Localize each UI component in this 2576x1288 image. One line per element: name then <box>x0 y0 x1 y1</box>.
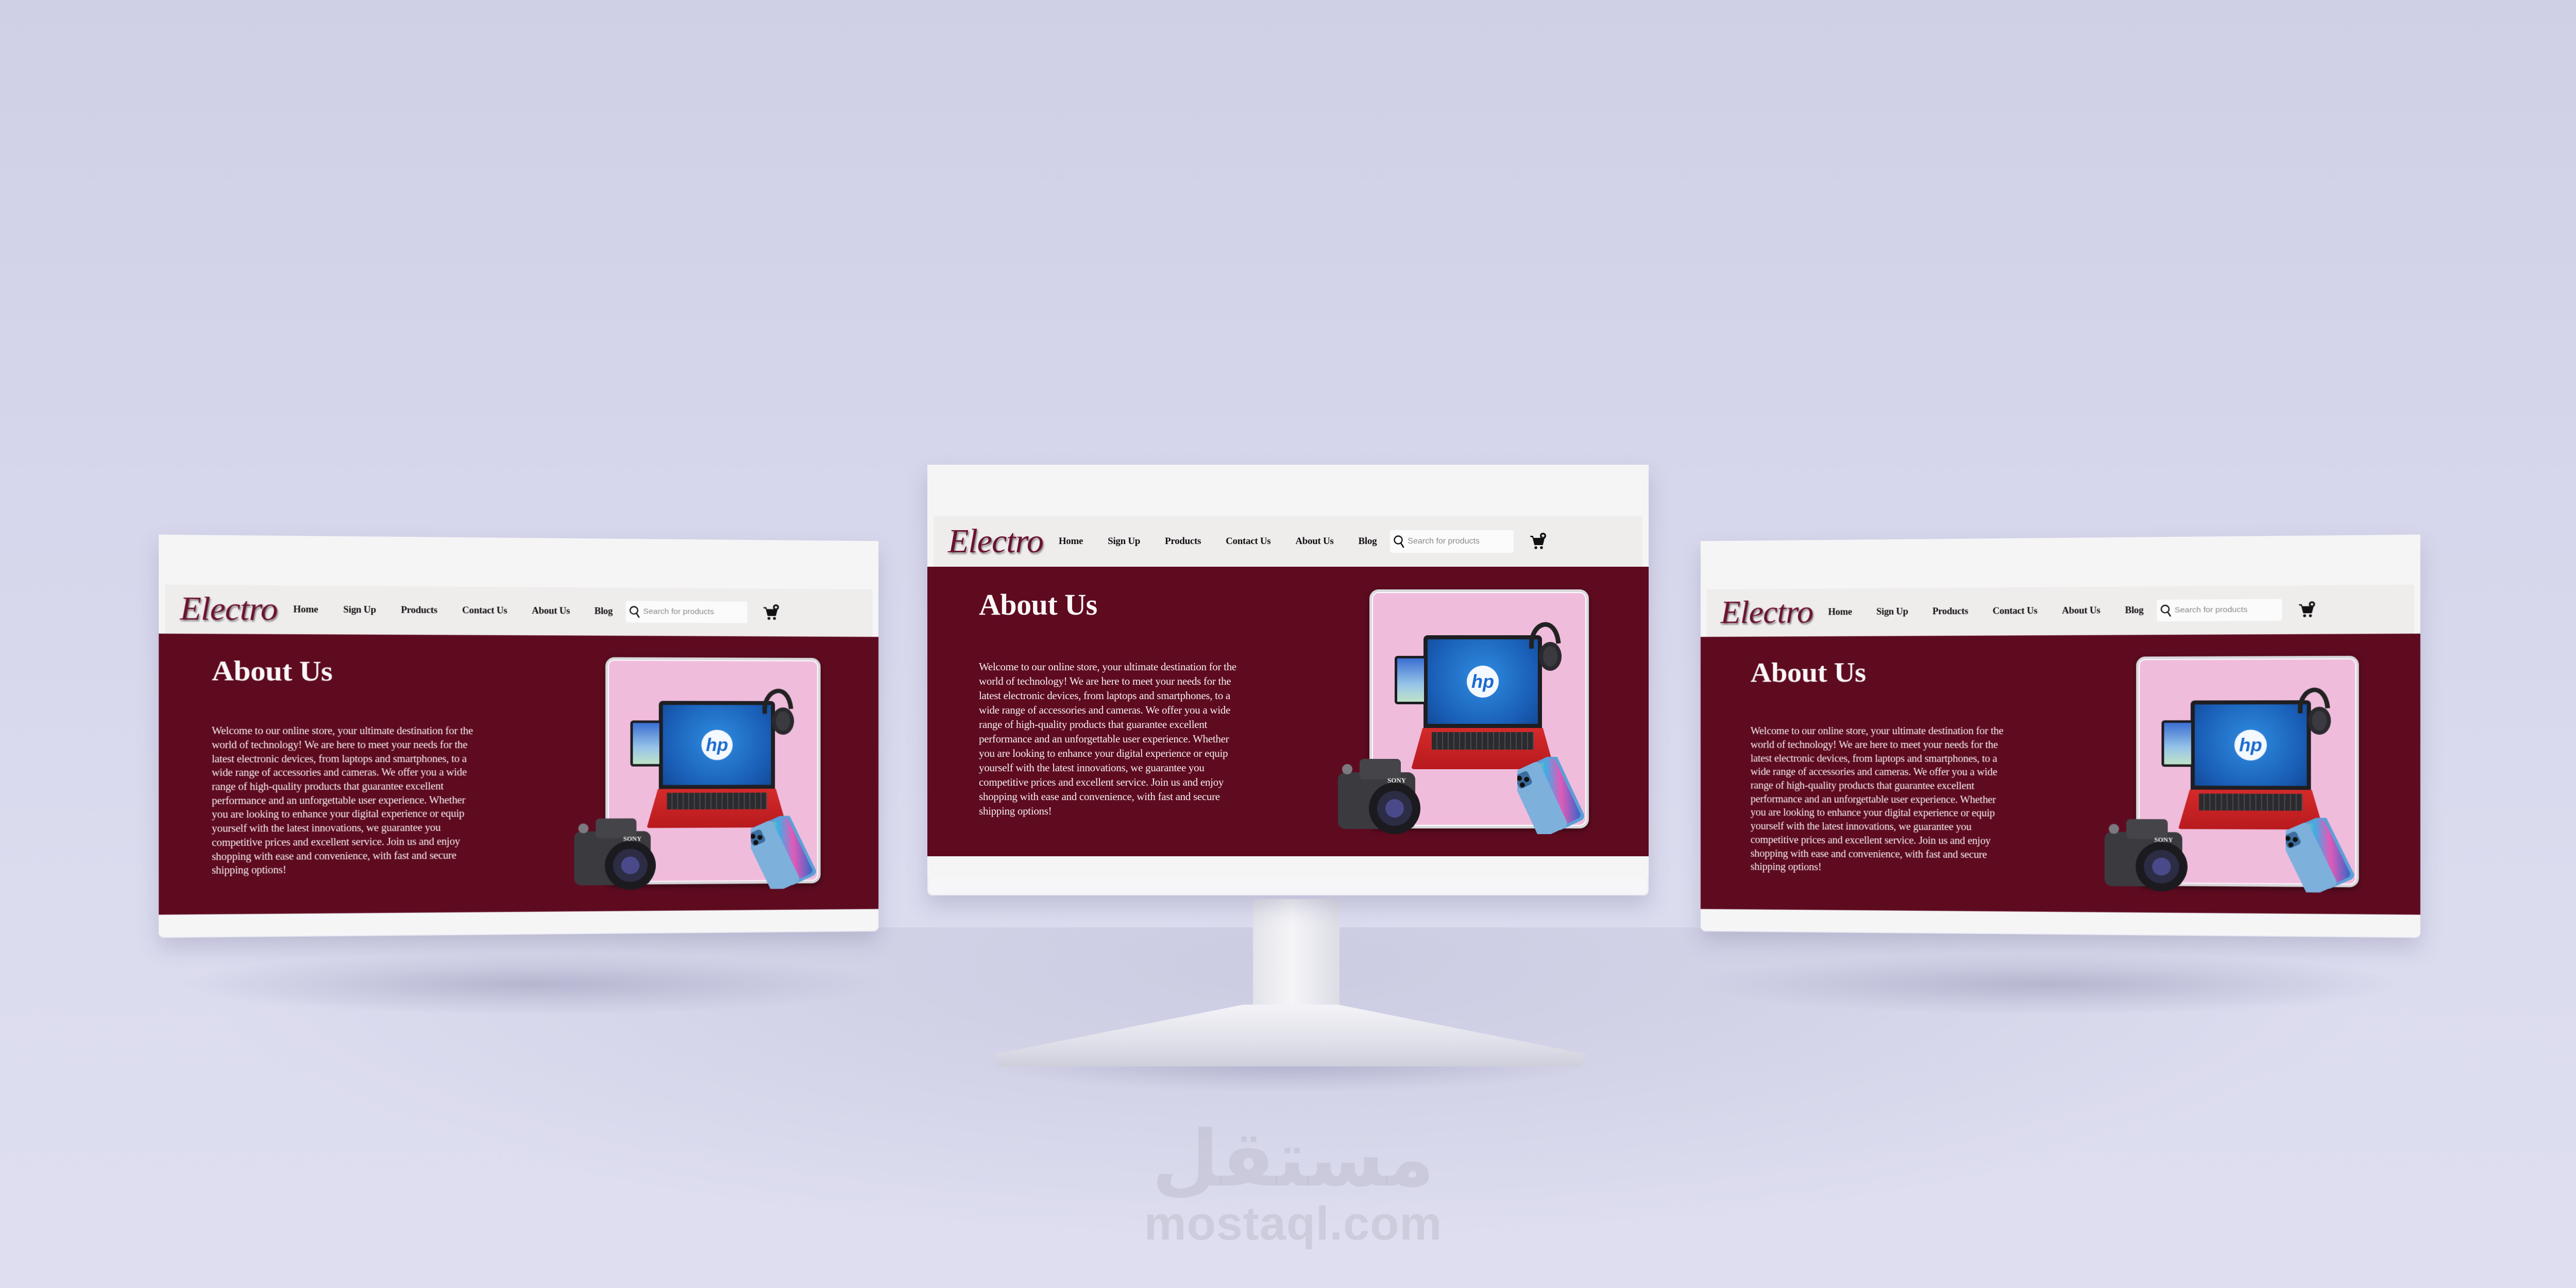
tablet-image <box>1395 656 1427 704</box>
site-header: Electro Home Sign Up Products Contact Us… <box>934 516 1642 567</box>
laptop-keyboard <box>1432 732 1534 750</box>
hero-description: Welcome to our online store, your ultima… <box>1750 724 2004 873</box>
search-icon <box>629 605 641 619</box>
search-icon <box>2160 604 2173 618</box>
nav-contact-us[interactable]: Contact Us <box>462 605 507 617</box>
search-input[interactable] <box>643 607 744 617</box>
right-shadow <box>1690 953 2411 1015</box>
camera-brand: SONY <box>623 836 642 843</box>
about-hero: About Us Welcome to our online store, yo… <box>927 567 1649 856</box>
hero-title: About Us <box>211 654 333 687</box>
tablet-image <box>2161 720 2194 767</box>
nav-sign-up[interactable]: Sign Up <box>1876 606 1908 617</box>
left-display: Electro Home Sign Up Products Contact Us… <box>159 534 879 938</box>
hero-title: About Us <box>1750 656 1866 688</box>
hp-logo-icon: hp <box>701 730 733 760</box>
product-image: hp SONY <box>1338 589 1589 834</box>
hp-logo-icon: hp <box>1467 666 1499 698</box>
site-logo[interactable]: Electro <box>180 590 277 629</box>
headphones-icon <box>758 680 798 735</box>
main-nav: Home Sign Up Products Contact Us About U… <box>1059 536 1390 547</box>
search-box[interactable] <box>2157 599 2282 622</box>
about-hero: About Us Welcome to our online store, yo… <box>159 633 879 915</box>
nav-home[interactable]: Home <box>1828 607 1852 618</box>
watermark-arabic: مستقل <box>1151 1114 1435 1204</box>
hp-logo-icon: hp <box>2234 730 2267 761</box>
cart-plus-icon[interactable] <box>762 604 779 621</box>
left-shadow <box>170 953 891 1015</box>
cart-plus-icon[interactable] <box>2298 601 2316 619</box>
hero-description: Welcome to our online store, your ultima… <box>979 660 1236 817</box>
laptop-keyboard <box>667 792 767 809</box>
product-image: hp SONY <box>574 657 821 890</box>
laptop-keyboard <box>2199 793 2302 810</box>
website-screen: Electro Home Sign Up Products Contact Us… <box>159 534 879 935</box>
site-header: Electro Home Sign Up Products Contact Us… <box>165 584 873 637</box>
camera-icon: SONY <box>574 818 656 890</box>
website-screen: Electro Home Sign Up Products Contact Us… <box>1700 534 2420 935</box>
search-box[interactable] <box>1390 530 1514 553</box>
watermark: مستقل mostaql.com <box>1123 1121 1463 1249</box>
monitor-stand-neck <box>1253 899 1340 1012</box>
search-input[interactable] <box>1408 537 1511 546</box>
nav-about-us[interactable]: About Us <box>2062 605 2100 616</box>
search-icon <box>1394 535 1404 548</box>
site-logo[interactable]: Electro <box>1721 594 1814 632</box>
nav-products[interactable]: Products <box>401 605 437 616</box>
main-nav: Home Sign Up Products Contact Us About U… <box>1828 605 2157 618</box>
nav-products[interactable]: Products <box>1933 606 1968 617</box>
nav-home[interactable]: Home <box>293 604 318 615</box>
camera-icon: SONY <box>1338 759 1420 834</box>
nav-sign-up[interactable]: Sign Up <box>343 605 376 616</box>
nav-home[interactable]: Home <box>1059 536 1083 547</box>
smartphone-icon <box>2285 818 2354 893</box>
nav-products[interactable]: Products <box>1165 536 1201 547</box>
camera-brand: SONY <box>1387 776 1406 784</box>
nav-blog[interactable]: Blog <box>1359 536 1377 547</box>
hero-description: Welcome to our online store, your ultima… <box>211 724 473 877</box>
search-box[interactable] <box>625 601 748 623</box>
nav-contact-us[interactable]: Contact Us <box>1226 536 1271 547</box>
cart-plus-icon[interactable] <box>1529 532 1547 551</box>
right-display: Electro Home Sign Up Products Contact Us… <box>1700 534 2420 938</box>
headphones-icon <box>2293 679 2335 735</box>
nav-sign-up[interactable]: Sign Up <box>1108 536 1140 547</box>
tablet-image <box>630 720 662 767</box>
website-screen: Electro Home Sign Up Products Contact Us… <box>927 465 1649 877</box>
watermark-latin: mostaql.com <box>1144 1197 1443 1250</box>
product-image: hp SONY <box>2104 655 2359 893</box>
about-hero: About Us Welcome to our online store, yo… <box>1700 633 2420 915</box>
center-monitor: Electro Home Sign Up Products Contact Us… <box>927 465 1649 895</box>
nav-contact-us[interactable]: Contact Us <box>1993 606 2038 617</box>
hero-title: About Us <box>979 588 1097 621</box>
site-logo[interactable]: Electro <box>948 522 1044 561</box>
nav-about-us[interactable]: About Us <box>532 606 570 617</box>
headphones-icon <box>1529 622 1562 671</box>
main-nav: Home Sign Up Products Contact Us About U… <box>293 604 626 617</box>
nav-blog[interactable]: Blog <box>595 606 613 617</box>
camera-brand: SONY <box>2154 836 2173 843</box>
smartphone-icon <box>1517 757 1584 834</box>
nav-about-us[interactable]: About Us <box>1295 536 1333 547</box>
smartphone-icon <box>751 816 817 889</box>
site-header: Electro Home Sign Up Products Contact Us… <box>1706 584 2414 637</box>
search-input[interactable] <box>2174 605 2279 615</box>
camera-icon: SONY <box>2104 819 2188 892</box>
nav-blog[interactable]: Blog <box>2125 605 2144 616</box>
